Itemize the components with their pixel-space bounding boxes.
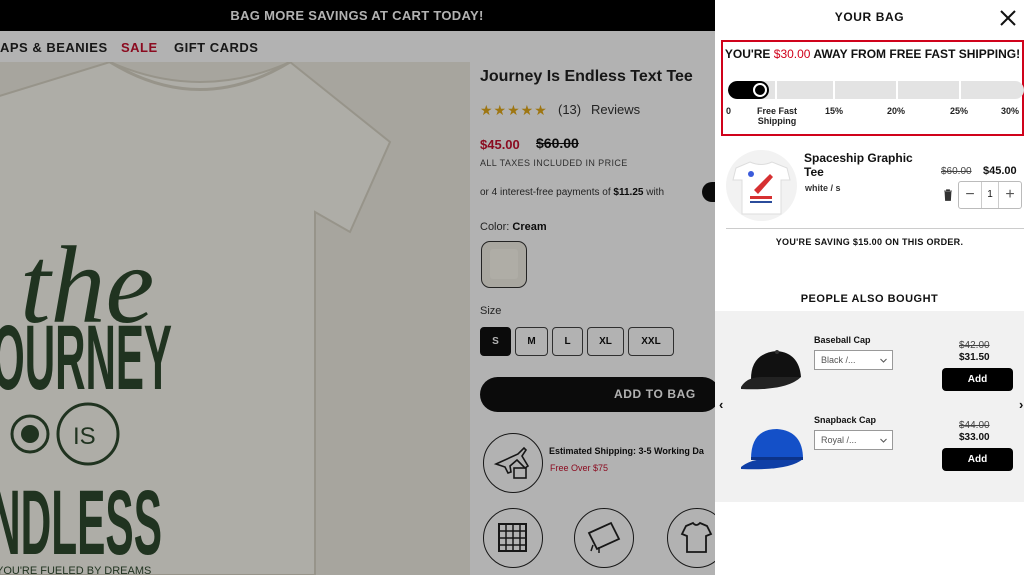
progress-divider bbox=[833, 81, 835, 99]
divider bbox=[726, 228, 1024, 229]
people-also-bought-title: PEOPLE ALSO BOUGHT bbox=[800, 293, 939, 305]
progress-tick-30: 30% bbox=[1001, 106, 1020, 116]
qty-value[interactable]: 1 bbox=[981, 182, 999, 208]
saving-prefix: YOU'RE SAVING bbox=[775, 237, 851, 247]
progress-tick-20: 20% bbox=[887, 106, 906, 116]
rec-variant-select[interactable]: Royal /... bbox=[814, 430, 893, 450]
rec-old-price: $42.00 bbox=[959, 340, 990, 351]
close-icon[interactable] bbox=[998, 8, 1018, 28]
progress-tick-0: 0 bbox=[726, 106, 732, 116]
rec-variant-value: Royal /... bbox=[821, 435, 857, 445]
rec-add-button[interactable]: Add bbox=[942, 368, 1013, 391]
rec-add-button[interactable]: Add bbox=[942, 448, 1013, 471]
free-shipping-message: YOU'RE $30.00 AWAY FROM FREE FAST SHIPPI… bbox=[723, 47, 1022, 61]
rec-variant-value: Black /... bbox=[821, 355, 856, 365]
shipping-msg-suffix: AWAY FROM FREE FAST SHIPPING! bbox=[813, 47, 1021, 61]
progress-divider bbox=[896, 81, 898, 99]
saving-suffix: ON THIS ORDER. bbox=[885, 237, 964, 247]
cart-item-image[interactable] bbox=[726, 150, 797, 221]
progress-divider bbox=[775, 81, 777, 99]
shipping-msg-prefix: YOU'RE bbox=[724, 47, 771, 61]
baseball-cap-image[interactable] bbox=[737, 341, 809, 401]
cart-title: YOUR BAG bbox=[834, 10, 905, 24]
snapback-cap-image[interactable] bbox=[737, 421, 809, 481]
qty-increase-button[interactable]: + bbox=[999, 182, 1021, 208]
cart-item-name[interactable]: Spaceship Graphic Tee bbox=[804, 151, 934, 179]
qty-decrease-button[interactable]: − bbox=[959, 182, 981, 208]
free-shipping-progress-box: YOU'RE $30.00 AWAY FROM FREE FAST SHIPPI… bbox=[721, 40, 1024, 136]
saving-amount: $15.00 bbox=[852, 237, 883, 247]
progress-divider bbox=[959, 81, 961, 99]
rec-price: $33.00 bbox=[959, 432, 990, 443]
rec-price: $31.50 bbox=[959, 352, 990, 363]
quantity-stepper: − 1 + bbox=[958, 181, 1022, 209]
shipping-msg-amount: $30.00 bbox=[773, 47, 811, 61]
progress-tick-free-shipping: Free Fast Shipping bbox=[756, 106, 798, 126]
progress-tick-15: 15% bbox=[825, 106, 844, 116]
shipping-progress-bar bbox=[728, 81, 1024, 99]
rec-variant-select[interactable]: Black /... bbox=[814, 350, 893, 370]
progress-tick-25: 25% bbox=[950, 106, 969, 116]
recommendations-carousel: ‹ › Baseball Cap Black /... $42.00 $31.5… bbox=[715, 311, 1024, 502]
chevron-down-icon bbox=[880, 438, 887, 443]
cart-item-variant: white / s bbox=[805, 183, 841, 193]
chevron-down-icon bbox=[880, 358, 887, 363]
cart-drawer: YOUR BAG YOU'RE $30.00 AWAY FROM FREE FA… bbox=[715, 0, 1024, 575]
trash-icon[interactable] bbox=[943, 188, 953, 201]
rec-old-price: $44.00 bbox=[959, 420, 990, 431]
recommendation-item: Baseball Cap Black /... $42.00 $31.50 Ad… bbox=[715, 335, 1024, 415]
rec-item-name[interactable]: Snapback Cap bbox=[814, 415, 876, 425]
progress-knob bbox=[753, 83, 767, 97]
cart-item-price: $45.00 bbox=[983, 165, 1017, 177]
savings-message: YOU'RE SAVING $15.00 ON THIS ORDER. bbox=[715, 237, 1024, 247]
page-dim-overlay[interactable] bbox=[0, 0, 715, 575]
cart-item-old-price: $60.00 bbox=[941, 166, 972, 177]
recommendation-item: Snapback Cap Royal /... $44.00 $33.00 Ad… bbox=[715, 415, 1024, 495]
rec-item-name[interactable]: Baseball Cap bbox=[814, 335, 871, 345]
